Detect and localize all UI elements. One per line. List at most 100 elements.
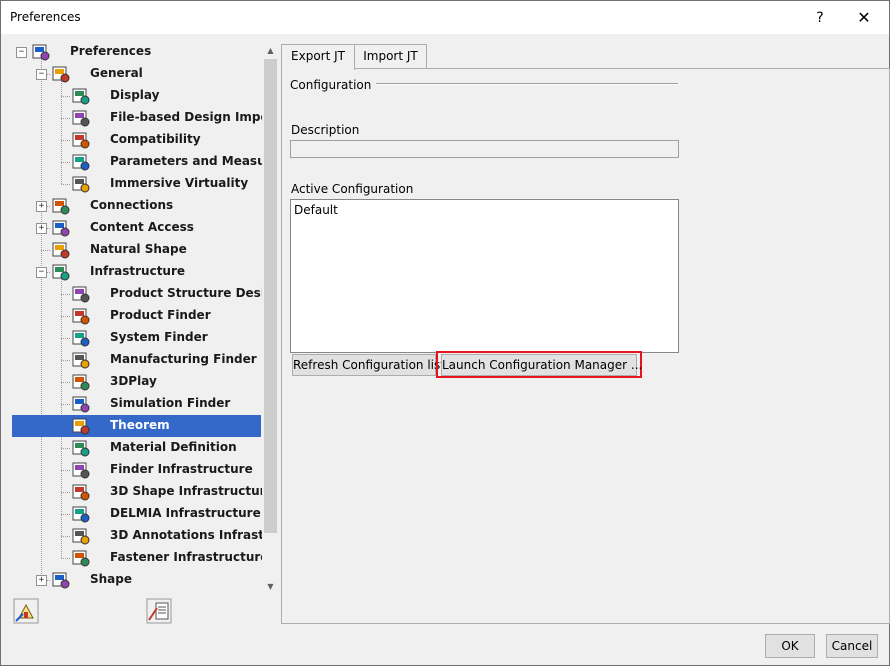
scroll-down-icon[interactable]: ▼ [263, 578, 278, 595]
tree-item-label: Simulation Finder [110, 396, 231, 410]
tree-item-infrastructure[interactable]: − Infrastructure [12, 261, 261, 283]
tree-item-label: Immersive Virtuality [110, 176, 249, 190]
collapse-icon[interactable]: − [36, 69, 47, 80]
3dplay-icon [71, 372, 91, 392]
tree-item-label: Fastener Infrastructure [110, 550, 262, 564]
simulation-finder-icon [71, 394, 91, 414]
help-button[interactable]: ? [807, 7, 833, 29]
compatibility-icon [71, 130, 91, 150]
group-separator [376, 83, 678, 85]
tree-item-label: 3D Annotations Infrastru... [110, 528, 262, 542]
expand-icon[interactable]: + [36, 575, 47, 586]
window-title: Preferences [10, 10, 81, 24]
tree-item-manufacturing-finder[interactable]: Manufacturing Finder [12, 349, 261, 371]
display-icon [71, 86, 91, 106]
tree-item-label: Content Access [90, 220, 194, 234]
preferences-icon [31, 42, 51, 62]
settings-tree-icon[interactable] [146, 598, 172, 624]
list-item[interactable]: Default [294, 203, 338, 217]
tree-scrollbar[interactable]: ▲ ▼ [263, 42, 278, 595]
material-icon [71, 438, 91, 458]
description-label: Description [291, 123, 360, 137]
natural-shape-icon [51, 240, 71, 260]
tab-import-jt[interactable]: Import JT [354, 44, 427, 68]
tree-item-display[interactable]: Display [12, 85, 261, 107]
file-import-icon [71, 108, 91, 128]
product-finder-icon [71, 306, 91, 326]
tree-item-label: 3D Shape Infrastructure [110, 484, 262, 498]
tree-item-file-based-design-import[interactable]: File-based Design Import [12, 107, 262, 129]
reset-home-icon[interactable] [13, 598, 39, 624]
general-icon [51, 64, 71, 84]
cancel-button[interactable]: Cancel [826, 634, 878, 658]
tree-item-parameters-and-measure[interactable]: Parameters and Measure [12, 151, 262, 173]
launch-configuration-manager-button[interactable]: Launch Configuration Manager ... [441, 354, 642, 376]
tree-item-label: Display [110, 88, 160, 102]
tree-item-theorem[interactable]: Theorem [12, 415, 261, 437]
tree-item-label: Finder Infrastructure [110, 462, 253, 476]
refresh-configuration-button[interactable]: Refresh Configuration list [292, 354, 445, 376]
tree-item-label: Material Definition [110, 440, 237, 454]
tree-item-label: Parameters and Measure [110, 154, 262, 168]
tree-item-label: Connections [90, 198, 174, 212]
tree-item-material-definition[interactable]: Material Definition [12, 437, 261, 459]
tree-item-label: Natural Shape [90, 242, 187, 256]
tree-item-preferences[interactable]: − Preferences [12, 42, 261, 63]
tree-item-label: Compatibility [110, 132, 201, 146]
tree-item-product-finder[interactable]: Product Finder [12, 305, 261, 327]
tree-item-label: General [90, 66, 143, 80]
tab-export-jt[interactable]: Export JT [281, 44, 355, 70]
tree-item-label: File-based Design Import [110, 110, 262, 124]
collapse-icon[interactable]: − [36, 267, 47, 278]
description-field [290, 140, 679, 158]
active-configuration-label: Active Configuration [291, 182, 414, 196]
tree-item-content-access[interactable]: + Content Access [12, 217, 261, 239]
parameters-icon [71, 152, 91, 172]
tree-item-delmia-infrastructure[interactable]: DELMIA Infrastructure [12, 503, 261, 525]
title-bar: Preferences ? ✕ [1, 1, 889, 34]
content-access-icon [51, 218, 71, 238]
connections-icon [51, 196, 71, 216]
expand-icon[interactable]: + [36, 201, 47, 212]
manufacturing-finder-icon [71, 350, 91, 370]
ok-button[interactable]: OK [765, 634, 815, 658]
tree-item-shape[interactable]: + Shape [12, 569, 261, 591]
tree-item-simulation-finder[interactable]: Simulation Finder [12, 393, 261, 415]
configuration-heading: Configuration [290, 78, 372, 92]
product-structure-icon [71, 284, 91, 304]
immersive-icon [71, 174, 91, 194]
tree-item-label: Infrastructure [90, 264, 186, 278]
tree-item-3dplay[interactable]: 3DPlay [12, 371, 261, 393]
infrastructure-icon [51, 262, 71, 282]
tree-item-label: Product Structure Design [110, 286, 262, 300]
tree-item-finder-infrastructure[interactable]: Finder Infrastructure [12, 459, 261, 481]
tree-item-label: Manufacturing Finder [110, 352, 257, 366]
collapse-icon[interactable]: − [16, 47, 27, 58]
active-configuration-list[interactable]: Default [290, 199, 679, 353]
export-jt-panel: Configuration Description Active Configu… [281, 68, 890, 624]
preferences-dialog: Preferences ? ✕ − Preferences − General Disp… [0, 0, 890, 666]
tree-item-immersive-virtuality[interactable]: Immersive Virtuality [12, 173, 261, 195]
tree-item-compatibility[interactable]: Compatibility [12, 129, 261, 151]
tree-item-product-structure-design[interactable]: Product Structure Design [12, 283, 262, 305]
close-button[interactable]: ✕ [847, 7, 881, 29]
tree-item-3d-shape-infrastructure[interactable]: 3D Shape Infrastructure [12, 481, 262, 503]
tree-item-label: DELMIA Infrastructure [110, 506, 261, 520]
expand-icon[interactable]: + [36, 223, 47, 234]
tree-item-label: 3DPlay [110, 374, 157, 388]
tree-item-connections[interactable]: + Connections [12, 195, 261, 217]
tree-item-3d-annotations-infrastru[interactable]: 3D Annotations Infrastru... [12, 525, 262, 547]
shape-icon [51, 570, 71, 590]
tree-item-general[interactable]: − General [12, 63, 261, 85]
scroll-up-icon[interactable]: ▲ [263, 42, 278, 59]
preferences-tree: − Preferences − General Display File-based De… [12, 42, 262, 595]
tree-item-label: Product Finder [110, 308, 211, 322]
tree-item-system-finder[interactable]: System Finder [12, 327, 261, 349]
tree-item-natural-shape[interactable]: Natural Shape [12, 239, 261, 261]
scroll-thumb[interactable] [264, 59, 277, 533]
tree-item-fastener-infrastructure[interactable]: Fastener Infrastructure [12, 547, 262, 569]
tree-item-label: Preferences [70, 44, 152, 58]
fastener-icon [71, 548, 91, 568]
tree-item-label: System Finder [110, 330, 208, 344]
tree-item-label: Theorem [110, 418, 170, 432]
